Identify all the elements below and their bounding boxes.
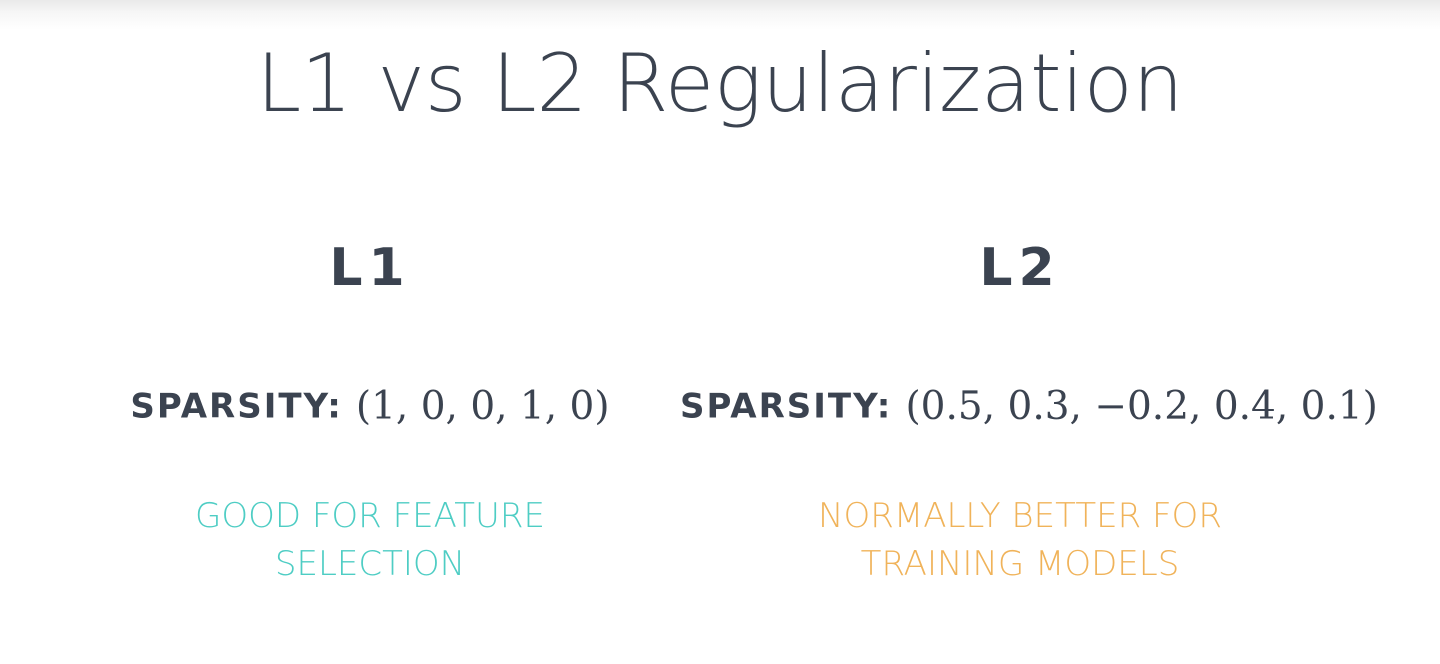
slide-title: L1 vs L2 Regularization <box>256 37 1184 130</box>
l1-sparsity-row: SPARSITY: (1, 0, 0, 1, 0) <box>120 376 620 436</box>
l2-note: NORMALLY BETTER FOR TRAINING MODELS <box>680 492 1360 588</box>
l1-column: L1 SPARSITY: (1, 0, 0, 1, 0) GOOD FOR FE… <box>120 236 620 588</box>
l2-sparsity-label: SPARSITY: <box>680 386 893 427</box>
l2-note-line: TRAINING MODELS <box>860 544 1180 584</box>
l2-column: L2 SPARSITY: (0.5, 0.3, −0.2, 0.4, 0.1) … <box>680 236 1378 588</box>
l2-heading: L2 <box>979 238 1061 298</box>
l1-note: GOOD FOR FEATURE SELECTION <box>120 492 620 588</box>
l1-sparsity-vector: (1, 0, 0, 1, 0) <box>355 383 610 429</box>
l1-sparsity-label: SPARSITY: <box>130 386 343 427</box>
l2-sparsity-vector: (0.5, 0.3, −0.2, 0.4, 0.1) <box>905 383 1378 429</box>
top-shade <box>0 0 1440 30</box>
l1-note-line: SELECTION <box>274 544 466 584</box>
l1-heading: L1 <box>329 238 411 298</box>
l2-sparsity-row: SPARSITY: (0.5, 0.3, −0.2, 0.4, 0.1) <box>680 376 1378 436</box>
l1-note-line: GOOD FOR FEATURE <box>194 496 546 536</box>
l2-note-line: NORMALLY BETTER FOR <box>818 496 1222 536</box>
